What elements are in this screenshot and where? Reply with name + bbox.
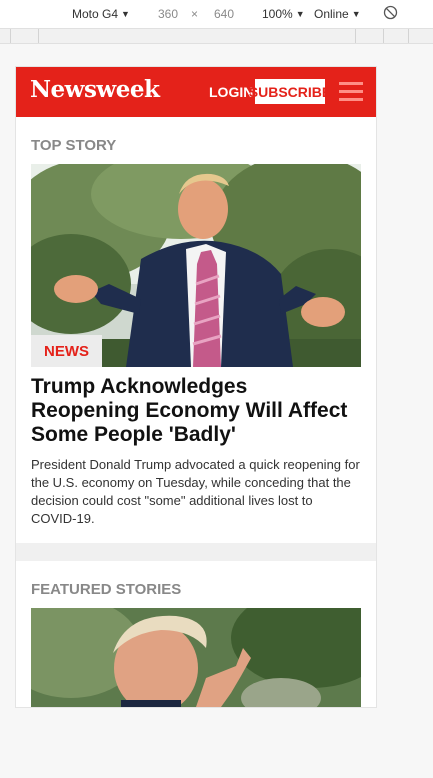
device-viewport: Newsweek LOGIN SUBSCRIBE TOP STORY NEWS … (16, 67, 376, 707)
news-category-badge[interactable]: NEWS (31, 335, 102, 367)
ruler-segment (355, 29, 356, 43)
viewport-height-input[interactable]: 640 (214, 7, 234, 21)
dimension-separator: × (191, 7, 199, 21)
viewport-width-input[interactable]: 360 (158, 7, 178, 21)
section-divider (16, 543, 376, 561)
network-value: Online (314, 7, 349, 21)
top-story-image[interactable]: NEWS (31, 164, 361, 367)
featured-photo (31, 608, 361, 707)
ruler-segment (10, 29, 11, 43)
devtools-device-toolbar: Moto G4 ▼ 360 × 640 100% ▼ Online ▼ (0, 0, 433, 28)
top-story-headline[interactable]: Trump Acknowledges Reopening Economy Wil… (31, 375, 361, 447)
top-story-summary: President Donald Trump advocated a quick… (31, 457, 360, 526)
top-story-label: TOP STORY (31, 137, 117, 154)
menu-bar (339, 90, 363, 93)
menu-bar (339, 82, 363, 85)
ruler-segment (383, 29, 384, 43)
ruler-segment (408, 29, 409, 43)
newsweek-logo[interactable]: Newsweek (30, 76, 160, 103)
chevron-down-icon: ▼ (295, 9, 305, 19)
menu-bar (339, 98, 363, 101)
ruler-segment (38, 29, 39, 43)
login-link[interactable]: LOGIN (209, 84, 253, 100)
zoom-value: 100% (262, 7, 293, 21)
chevron-down-icon: ▼ (121, 9, 130, 19)
zoom-select[interactable]: 100% ▼ (262, 7, 305, 21)
site-header: Newsweek LOGIN SUBSCRIBE (16, 67, 376, 117)
featured-stories-label: FEATURED STORIES (31, 581, 182, 598)
featured-story-image[interactable] (31, 608, 361, 707)
device-name: Moto G4 (72, 7, 119, 21)
hamburger-menu-icon[interactable] (339, 82, 363, 102)
subscribe-button[interactable]: SUBSCRIBE (249, 79, 331, 104)
chevron-down-icon: ▼ (351, 9, 361, 19)
device-select[interactable]: Moto G4 ▼ (72, 7, 130, 21)
media-query-ruler[interactable] (0, 28, 433, 44)
network-throttle-select[interactable]: Online ▼ (314, 7, 361, 21)
rotate-icon[interactable] (383, 5, 398, 23)
